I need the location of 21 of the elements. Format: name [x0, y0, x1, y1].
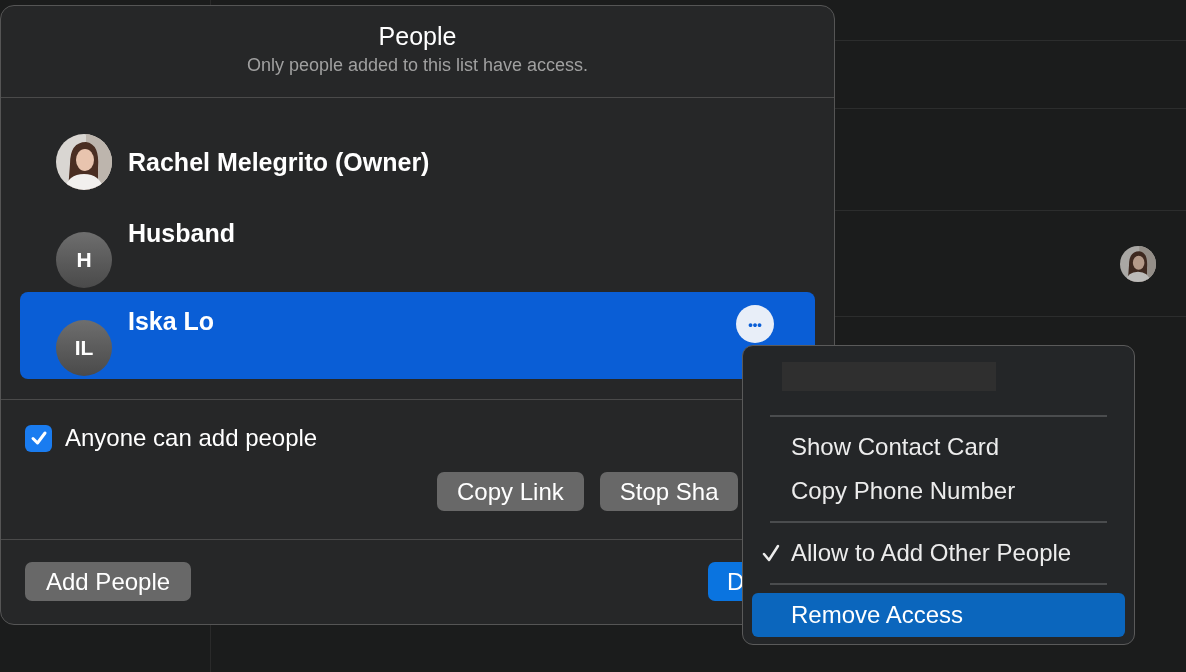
list-row[interactable]: Rachel Melegrito (Owner): [20, 120, 815, 204]
checkbox-label: Anyone can add people: [65, 423, 318, 453]
button[interactable]: Copy Link: [437, 472, 584, 511]
menu-item[interactable]: Remove Access: [752, 593, 1125, 637]
checkmark-icon: [762, 544, 780, 562]
list-row[interactable]: IL Iska Lo •••: [20, 292, 815, 379]
list-row[interactable]: H Husband: [20, 204, 815, 292]
dialog-subtitle: Only people added to this list have access.: [246, 54, 589, 77]
button[interactable]: Add People: [25, 562, 192, 601]
button[interactable]: Stop Sha: [599, 472, 739, 511]
checkbox[interactable]: [25, 424, 52, 452]
avatar: IL: [56, 320, 112, 376]
person-name: Husband: [128, 218, 235, 248]
dialog-title: People: [378, 21, 457, 52]
menu-item[interactable]: Copy Phone Number: [752, 469, 1125, 513]
checkmark-icon: [29, 429, 48, 447]
menu-item[interactable]: Show Contact Card: [752, 425, 1125, 469]
more-button[interactable]: •••: [736, 305, 774, 343]
person-name: Iska Lo: [128, 306, 215, 336]
avatar: H: [56, 232, 112, 288]
person-name: Rachel Melegrito (Owner): [128, 147, 430, 177]
